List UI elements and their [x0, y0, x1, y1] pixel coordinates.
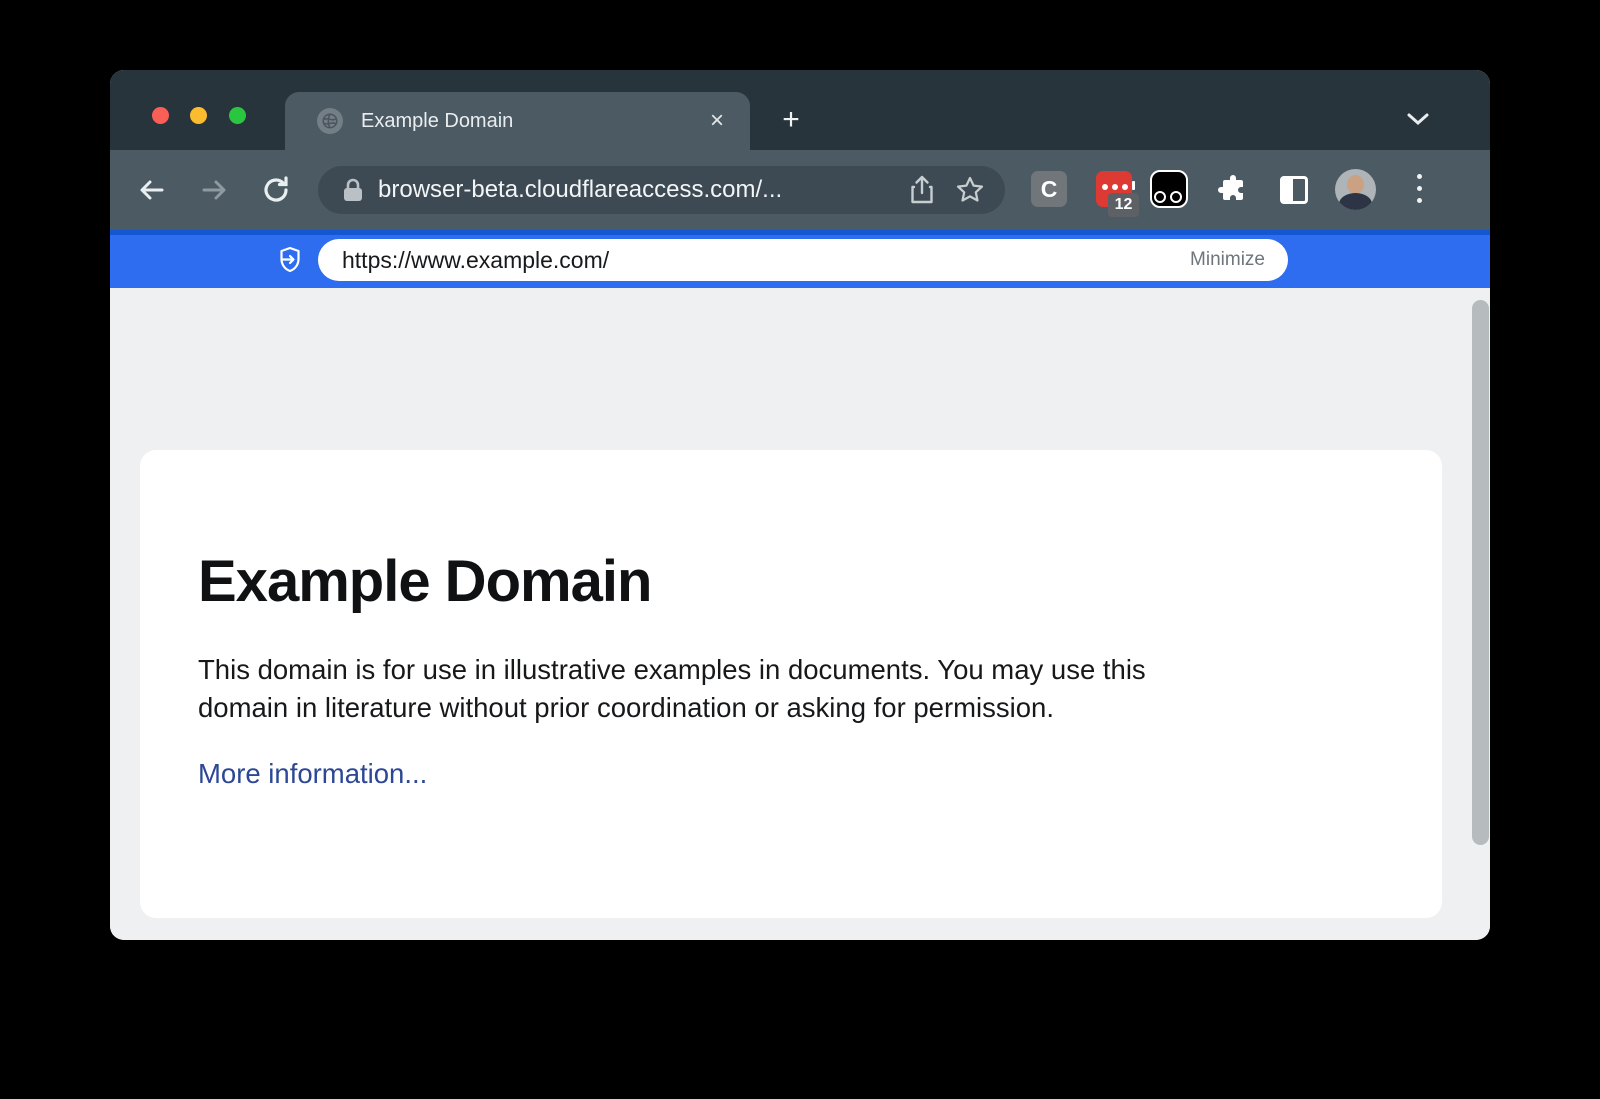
page-title: Example Domain [198, 548, 1382, 615]
traffic-light-close-icon[interactable] [152, 107, 169, 124]
scrollbar-thumb[interactable] [1472, 300, 1489, 845]
back-icon[interactable] [136, 174, 168, 206]
extension-badge: 12 [1108, 193, 1139, 217]
tab-title: Example Domain [361, 110, 710, 133]
body-line-1: This domain is for use in illustrative e… [198, 651, 1382, 689]
extension-red-icon[interactable]: 12 [1096, 171, 1132, 207]
forward-icon [198, 174, 230, 206]
globe-favicon-icon [317, 108, 343, 134]
avatar[interactable] [1335, 169, 1376, 210]
reload-icon[interactable] [260, 174, 292, 206]
page-viewport: Example Domain This domain is for use in… [110, 288, 1490, 940]
traffic-light-zoom-icon[interactable] [229, 107, 246, 124]
extension-black-icon[interactable] [1150, 170, 1188, 208]
new-tab-icon[interactable]: + [778, 108, 804, 134]
address-bar-url[interactable]: browser-beta.cloudflareaccess.com/... [378, 176, 909, 204]
body-line-2: domain in literature without prior coord… [198, 689, 1382, 727]
share-icon[interactable] [909, 175, 935, 205]
more-information-link[interactable]: More information... [198, 758, 427, 790]
star-icon[interactable] [956, 176, 984, 204]
browser-toolbar: browser-beta.cloudflareaccess.com/... C … [110, 150, 1490, 230]
side-panel-icon[interactable] [1280, 176, 1308, 204]
puzzle-icon[interactable] [1218, 175, 1248, 205]
traffic-light-minimize-icon[interactable] [190, 107, 207, 124]
minimize-button[interactable]: Minimize [1190, 249, 1265, 271]
isolation-url-input[interactable]: https://www.example.com/ Minimize [318, 239, 1288, 281]
address-bar[interactable]: browser-beta.cloudflareaccess.com/... [318, 166, 1005, 214]
body-text: This domain is for use in illustrative e… [198, 651, 1382, 727]
extension-c-icon[interactable]: C [1031, 171, 1067, 207]
isolation-url[interactable]: https://www.example.com/ [342, 247, 1190, 274]
browser-window: Example Domain × + [110, 70, 1490, 940]
content-card: Example Domain This domain is for use in… [140, 450, 1442, 918]
tab-strip: Example Domain × + [110, 70, 1490, 150]
isolation-bar: https://www.example.com/ Minimize [110, 230, 1490, 288]
close-icon[interactable]: × [710, 109, 724, 133]
lock-icon [343, 178, 363, 202]
chevron-down-icon[interactable] [1404, 110, 1432, 128]
kebab-menu-icon[interactable] [1417, 174, 1423, 210]
tab-example-domain[interactable]: Example Domain × [285, 92, 750, 150]
shield-arrow-icon [274, 244, 306, 276]
